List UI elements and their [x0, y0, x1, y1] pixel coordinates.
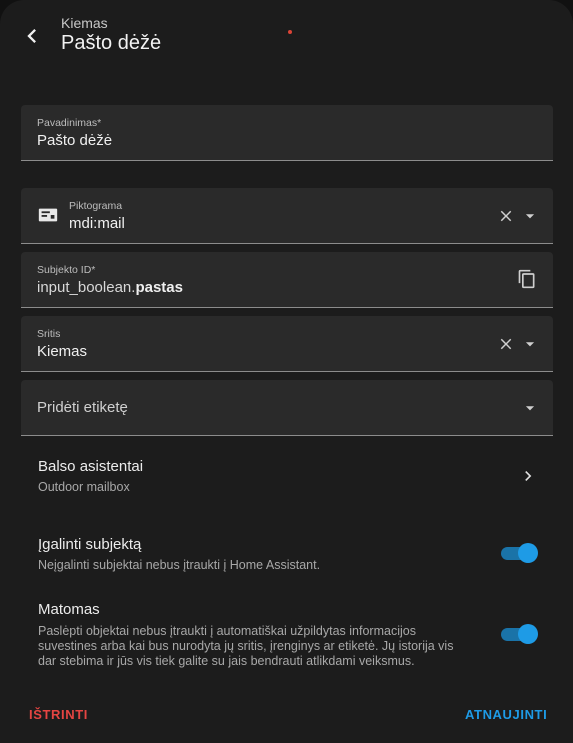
- enable-entity-toggle[interactable]: [500, 541, 540, 565]
- visible-description-line-3: dar stebima ir jūs vis tiek galite su ja…: [38, 654, 415, 668]
- area-field-label: Sritis: [37, 328, 61, 340]
- name-field-value: Pašto dėžė: [37, 132, 113, 149]
- chevron-left-icon: [27, 29, 36, 43]
- entity-id-suffix: pastas: [135, 279, 183, 296]
- back-button[interactable]: [18, 22, 46, 50]
- page-title: Pašto dėžė: [61, 32, 162, 54]
- enable-entity-title: Įgalinti subjektą: [38, 536, 142, 553]
- labels-field[interactable]: Pridėti etiketę: [21, 380, 553, 436]
- entity-id-field[interactable]: Subjekto ID* input_boolean.pastas: [21, 252, 553, 308]
- voice-assistants-subtitle: Outdoor mailbox: [38, 480, 130, 494]
- entity-id-prefix: input_boolean.: [37, 279, 136, 296]
- icon-field-label: Piktograma: [69, 200, 123, 212]
- caret-down-icon[interactable]: [523, 209, 537, 223]
- voice-assistants-title: Balso asistentai: [38, 458, 144, 475]
- name-field[interactable]: Pavadinimas* Pašto dėžė: [21, 105, 553, 161]
- entity-id-value: input_boolean.pastas: [37, 279, 183, 296]
- caret-down-icon[interactable]: [523, 337, 537, 351]
- clear-icon[interactable]: [497, 335, 515, 353]
- entity-id-label: Subjekto ID*: [37, 264, 96, 276]
- voice-assistants-row[interactable]: [21, 448, 553, 508]
- icon-field-value: mdi:mail: [69, 215, 125, 232]
- visible-title: Matomas: [38, 601, 100, 618]
- entity-settings-dialog: Kiemas Pašto dėžė Pavadinimas* Pašto dėž…: [0, 0, 573, 743]
- dialog-header: Kiemas Pašto dėžė: [0, 0, 573, 70]
- copy-icon[interactable]: [517, 269, 537, 289]
- visible-toggle[interactable]: [500, 622, 540, 646]
- icon-picker-field[interactable]: Piktograma mdi:mail: [21, 188, 553, 244]
- mail-icon: [38, 208, 58, 222]
- delete-button[interactable]: IŠTRINTI: [29, 707, 88, 722]
- area-field[interactable]: Sritis Kiemas: [21, 316, 553, 372]
- clear-icon[interactable]: [497, 207, 515, 225]
- update-button[interactable]: ATNAUJINTI: [465, 707, 547, 722]
- chevron-right-icon[interactable]: [518, 466, 538, 486]
- enable-entity-description: Neįgalinti subjektai nebus įtraukti į Ho…: [38, 558, 321, 572]
- caret-down-icon[interactable]: [523, 401, 537, 415]
- visible-description-line-1: Paslėpti objektai nebus įtraukti į autom…: [38, 624, 416, 638]
- toggle-thumb: [518, 624, 538, 644]
- header-subtitle: Kiemas: [61, 15, 108, 31]
- labels-placeholder: Pridėti etiketę: [37, 399, 128, 416]
- area-field-value: Kiemas: [37, 343, 88, 360]
- toggle-thumb: [518, 543, 538, 563]
- status-dot: [288, 30, 292, 34]
- name-field-label: Pavadinimas*: [37, 117, 102, 129]
- visible-description-line-2: suvestines arba kai bus nurodyta jų srit…: [38, 639, 454, 653]
